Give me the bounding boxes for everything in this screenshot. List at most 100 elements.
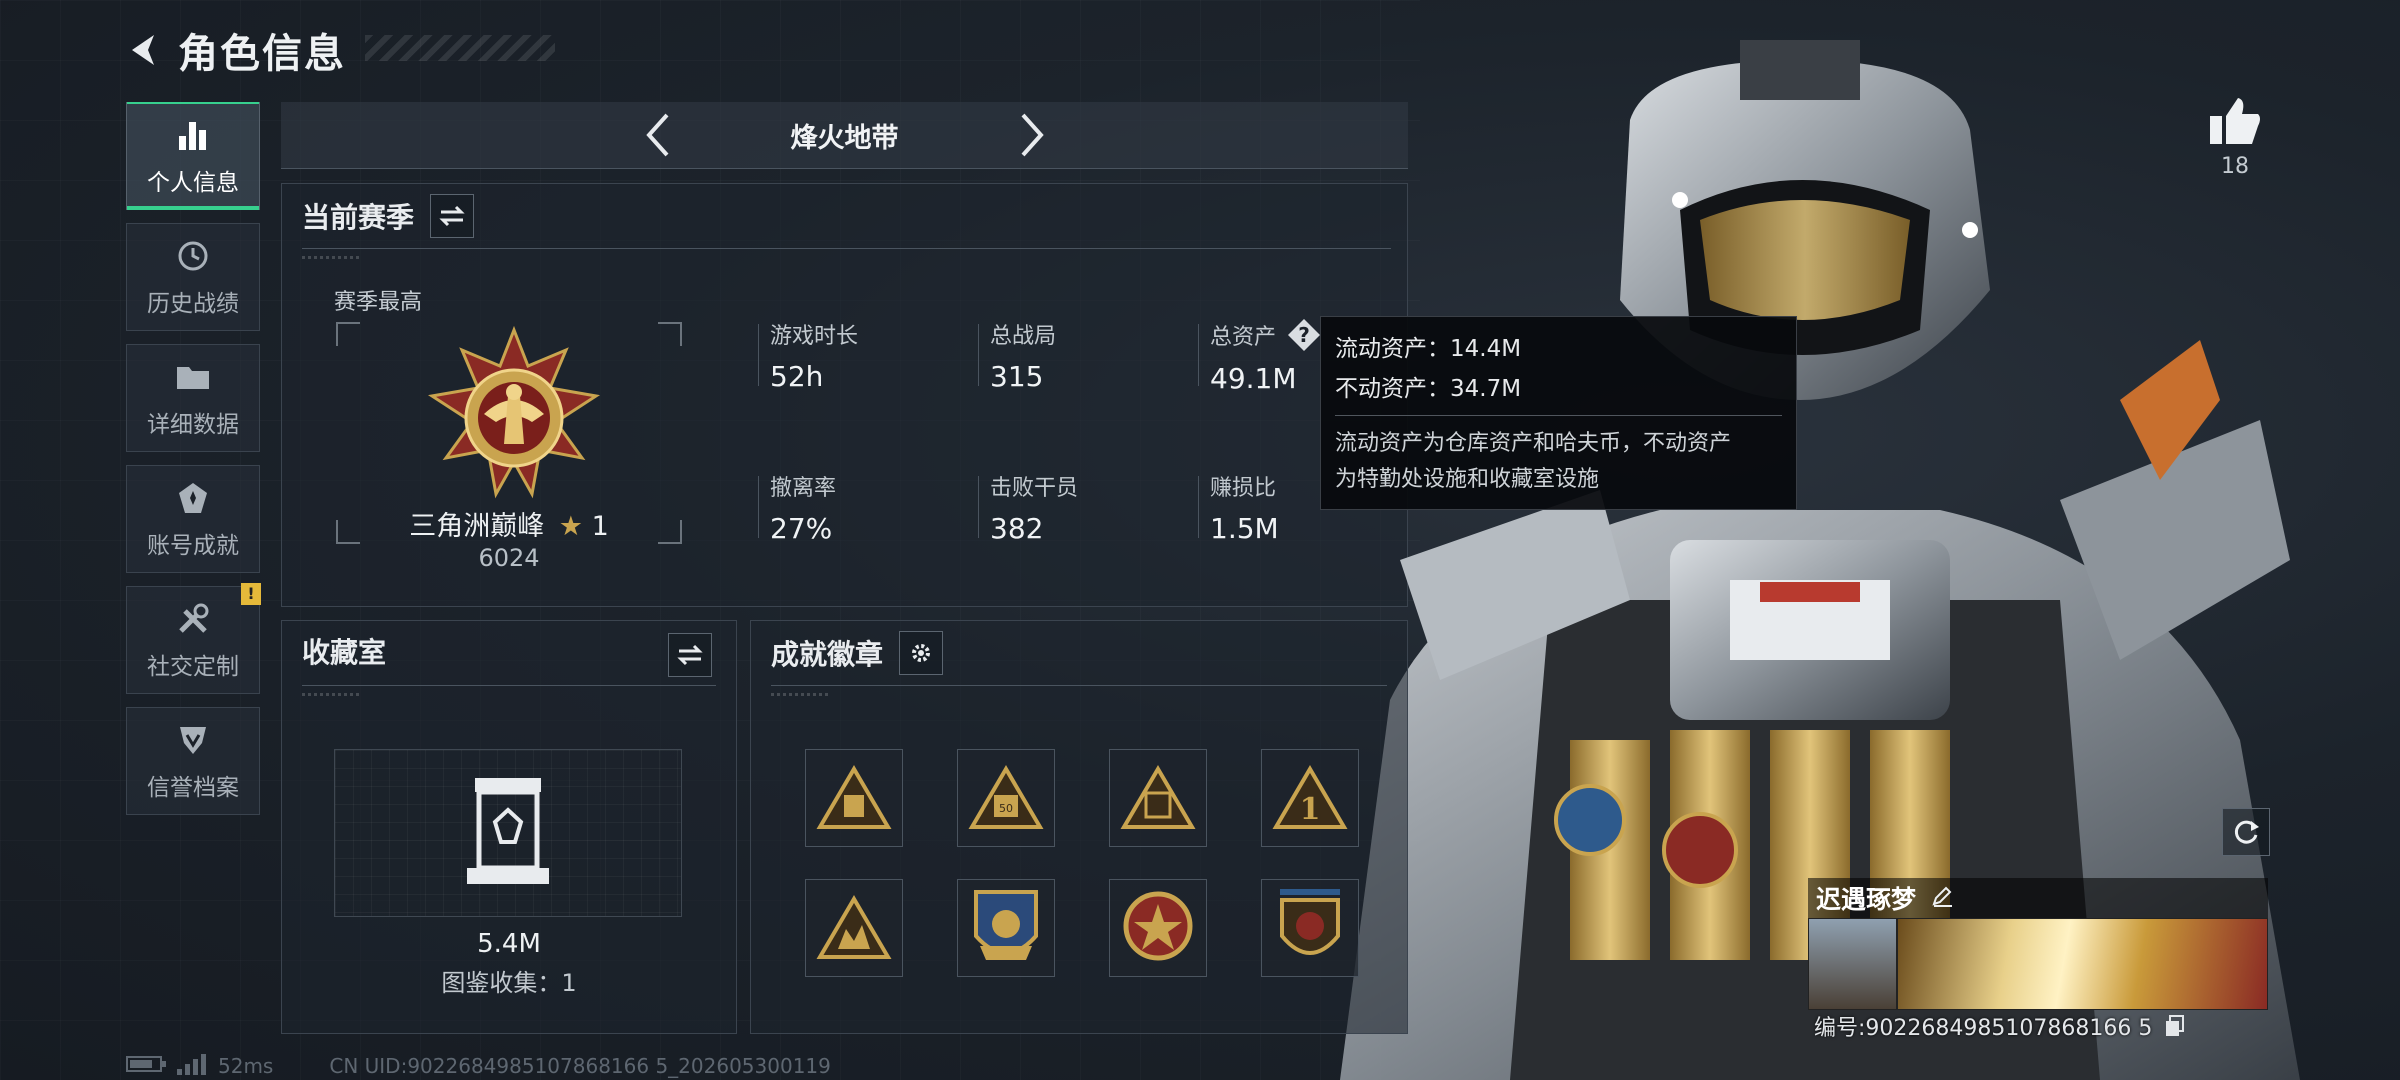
- sidebar-item-label: 账号成就: [147, 533, 239, 559]
- frame-corner: [336, 322, 360, 346]
- star-icon: ★: [558, 511, 584, 542]
- rank-display: 三角洲巅峰 ★ 1 6024: [336, 322, 682, 572]
- svg-text:1: 1: [1300, 792, 1321, 827]
- sidebar-item-achievements[interactable]: 账号成就: [126, 465, 260, 573]
- divider-decoration: [771, 693, 831, 696]
- collection-panel: 收藏室 5.4M 图鉴收集：1: [281, 620, 737, 1034]
- gear-icon: [912, 644, 931, 662]
- swap-icon: [677, 644, 703, 666]
- stat-value: 1.5M: [1210, 512, 1279, 545]
- achievement-badge[interactable]: [1109, 879, 1207, 977]
- stat-label: 击败干员: [990, 476, 1079, 501]
- collection-display-frame[interactable]: [334, 749, 682, 917]
- ping-value: 52ms: [218, 1054, 274, 1078]
- signal-icon: [176, 1053, 206, 1080]
- badges-settings-button[interactable]: [899, 631, 944, 675]
- divider-decoration: [302, 256, 362, 259]
- stat-total-matches: 总战局 315: [978, 318, 1056, 393]
- divider: [302, 685, 716, 686]
- season-panel: 当前赛季 赛季最高 三角洲巅峰 ★ 1 6024 游戏时长 52h 总战局 31…: [281, 183, 1408, 607]
- stat-label-text: 总资产: [1210, 325, 1277, 350]
- badges-panel: 成就徽章 50 1: [750, 620, 1408, 1034]
- collection-switch-button[interactable]: [668, 633, 712, 677]
- shield-check-icon: [173, 720, 213, 760]
- player-id: 编号:9022684985107868166 5: [1814, 1016, 2153, 1041]
- mode-title: 烽火地带: [790, 122, 899, 154]
- achievement-badge[interactable]: 50: [957, 749, 1055, 847]
- tooltip-divider: [1335, 415, 1782, 416]
- swap-icon: [439, 205, 465, 227]
- page-root: 角色信息 个人信息 历史战绩 详细数据 账号成就 社交定制 ! 信誉档案 烽火地…: [0, 0, 2400, 1080]
- stat-value: 52h: [770, 360, 824, 393]
- back-arrow-icon[interactable]: [120, 25, 170, 75]
- tooltip-liquid-assets: 流动资产：14.4M: [1335, 336, 1522, 362]
- season-panel-header: 当前赛季: [302, 194, 475, 238]
- stat-kills: 击败干员 382: [978, 470, 1078, 545]
- refresh-button[interactable]: [2222, 808, 2270, 856]
- sidebar-item-history[interactable]: 历史战绩: [126, 223, 260, 331]
- status-bar: 52ms CN UID:9022684985107868166 5_202605…: [126, 1053, 831, 1080]
- divider: [302, 248, 1391, 249]
- achievement-badge[interactable]: [957, 879, 1055, 977]
- sidebar-item-label: 信誉档案: [147, 775, 239, 801]
- badges-panel-header: 成就徽章: [771, 631, 944, 675]
- stat-play-time: 游戏时长 52h: [758, 318, 858, 393]
- copy-icon[interactable]: [2165, 1015, 2185, 1043]
- rank-name-row: 三角洲巅峰 ★ 1: [336, 504, 682, 543]
- next-mode-arrow-icon[interactable]: [1007, 110, 1057, 160]
- player-id-row: 编号:9022684985107868166 5: [1814, 1010, 2185, 1043]
- stat-value: 382: [990, 512, 1044, 545]
- rank-name: 三角洲巅峰: [409, 511, 545, 542]
- stat-value: 27%: [770, 512, 833, 545]
- collection-panel-header: 收藏室: [302, 631, 386, 671]
- player-name: 迟遇琢梦: [1816, 885, 1917, 914]
- badges-title: 成就徽章: [771, 638, 884, 671]
- sidebar-item-social[interactable]: 社交定制 !: [126, 583, 261, 694]
- stat-label: 撤离率: [770, 476, 837, 501]
- player-card[interactable]: 迟遇琢梦 编号:9022684985107868166 5: [1808, 878, 2268, 1041]
- mode-selector: 烽火地带: [281, 102, 1408, 169]
- stat-label: 赚损比: [1210, 476, 1277, 501]
- sidebar-item-detailed-data[interactable]: 详细数据: [126, 344, 260, 452]
- stat-label: 总战局: [990, 324, 1057, 349]
- prev-mode-arrow-icon[interactable]: [633, 110, 683, 160]
- page-header: 角色信息: [120, 22, 346, 78]
- player-name-row: 迟遇琢梦: [1808, 878, 2268, 918]
- divider-decoration: [302, 693, 362, 696]
- svg-text:50: 50: [999, 802, 1013, 815]
- collection-value: 5.4M: [477, 929, 541, 959]
- achievement-badge[interactable]: [805, 749, 903, 847]
- achievement-icon: [173, 478, 213, 518]
- stat-label: 游戏时长: [770, 324, 859, 349]
- like-count: 18: [2221, 154, 2249, 179]
- achievement-badge[interactable]: 1: [1261, 749, 1359, 847]
- rank-stars: 1: [591, 511, 609, 542]
- assets-tooltip: 流动资产：14.4M 不动资产：34.7M 流动资产为仓库资产和哈夫币，不动资产…: [1320, 316, 1797, 510]
- collection-title: 收藏室: [302, 636, 387, 669]
- sidebar-item-reputation[interactable]: 信誉档案: [126, 707, 260, 815]
- divider: [771, 685, 1387, 686]
- bar-chart-icon: [173, 115, 213, 155]
- thumbs-up-icon[interactable]: [2200, 96, 2270, 150]
- folder-icon: [173, 357, 213, 397]
- sidebar-nav: 个人信息 历史战绩 详细数据 账号成就 社交定制 ! 信誉档案: [126, 102, 262, 828]
- tooltip-description-line: 为特勤处设施和收藏室设施: [1335, 467, 1600, 492]
- alert-badge: !: [241, 583, 261, 605]
- rank-emblem-icon: [424, 325, 604, 510]
- edit-pencil-icon[interactable]: [1930, 884, 1954, 912]
- player-card-images: [1808, 918, 2268, 1010]
- title-decoration: [365, 35, 555, 61]
- achievement-badge[interactable]: [1261, 879, 1359, 977]
- tooltip-fixed-assets: 不动资产：34.7M: [1335, 376, 1522, 402]
- sidebar-item-personal-info[interactable]: 个人信息: [126, 102, 260, 210]
- season-switch-button[interactable]: [430, 194, 475, 238]
- rank-score: 6024: [478, 544, 540, 572]
- sidebar-item-label: 个人信息: [147, 170, 239, 196]
- sidebar-item-label: 历史战绩: [147, 291, 239, 317]
- like-widget[interactable]: 18: [2200, 96, 2270, 179]
- display-case-icon: [461, 776, 555, 892]
- achievement-badge[interactable]: [1109, 749, 1207, 847]
- achievement-badge[interactable]: [805, 879, 903, 977]
- stat-profit-ratio: 赚损比 1.5M: [1198, 470, 1279, 545]
- season-title: 当前赛季: [302, 201, 415, 234]
